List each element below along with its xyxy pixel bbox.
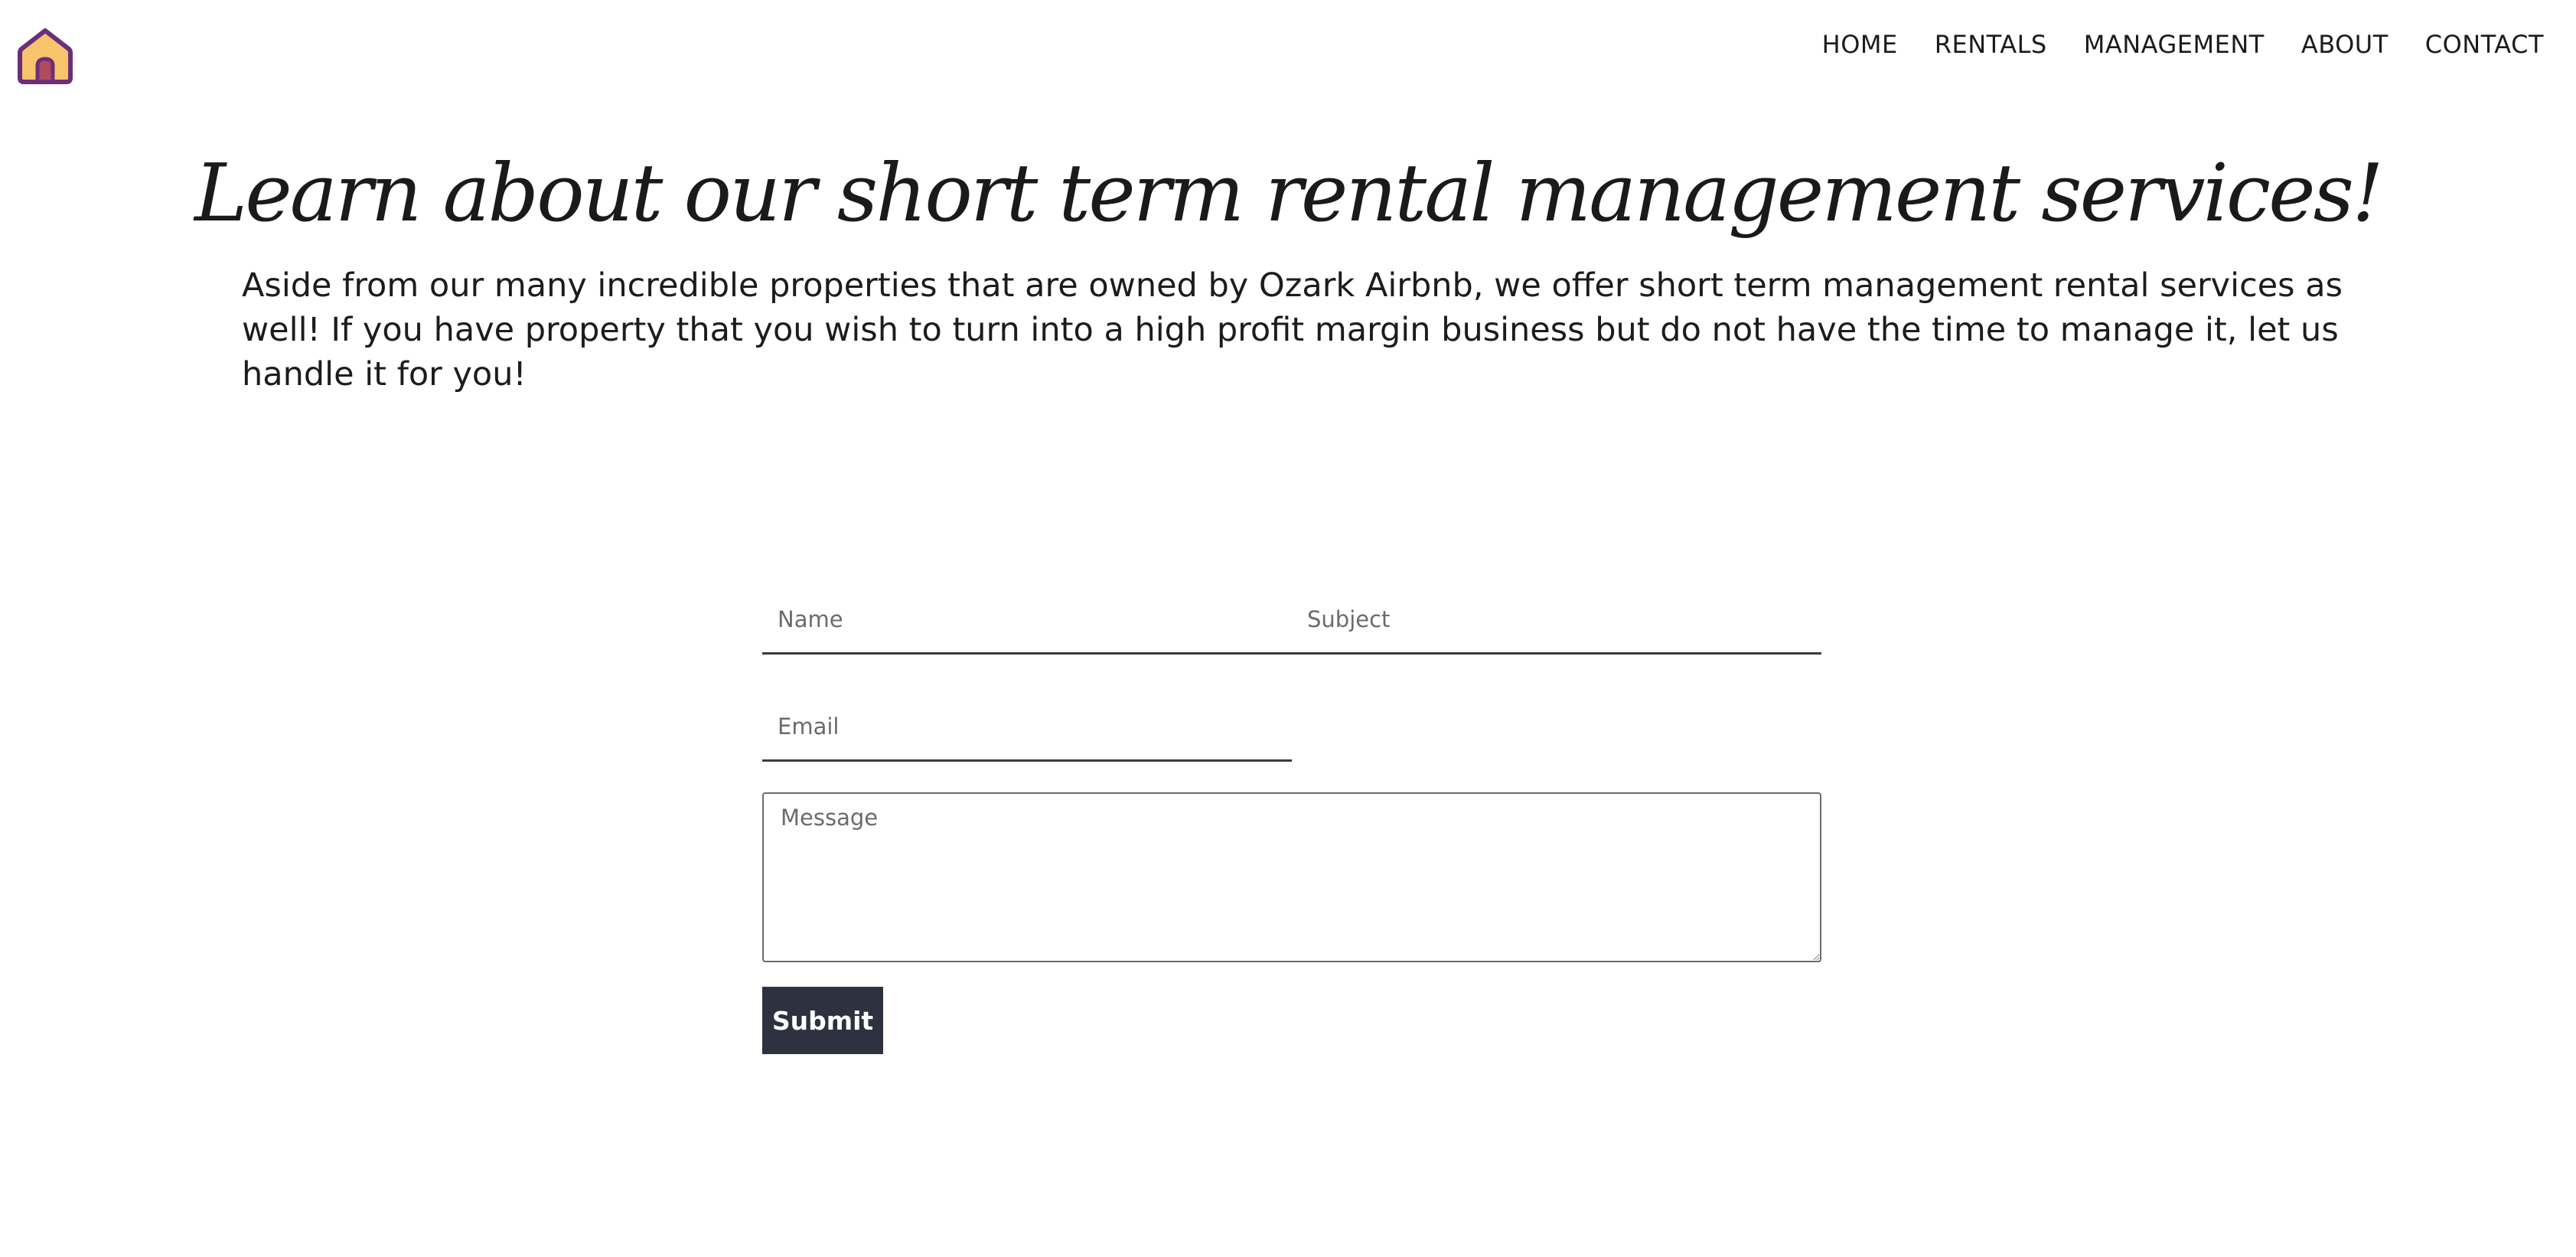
contact-form: Submit <box>762 586 1821 1054</box>
subject-input[interactable] <box>1292 586 1821 655</box>
house-icon[interactable] <box>15 26 75 86</box>
intro-paragraph: Aside from our many incredible propertie… <box>242 266 2343 393</box>
name-input[interactable] <box>762 586 1292 655</box>
email-input[interactable] <box>762 693 1292 762</box>
name-subject-row <box>762 586 1821 655</box>
nav-contact[interactable]: CONTACT <box>2425 28 2544 61</box>
submit-button[interactable]: Submit <box>762 987 883 1054</box>
main-nav: HOME RENTALS MANAGEMENT ABOUT CONTACT <box>1822 28 2544 61</box>
nav-home[interactable]: HOME <box>1822 28 1898 61</box>
site-header: HOME RENTALS MANAGEMENT ABOUT CONTACT <box>0 0 2576 92</box>
nav-management[interactable]: MANAGEMENT <box>2084 28 2265 61</box>
page-title: Learn about our short term rental manage… <box>194 146 2384 240</box>
email-row <box>762 693 1821 762</box>
nav-rentals[interactable]: RENTALS <box>1935 28 2047 61</box>
nav-about[interactable]: ABOUT <box>2301 28 2389 61</box>
message-textarea[interactable] <box>762 792 1821 962</box>
